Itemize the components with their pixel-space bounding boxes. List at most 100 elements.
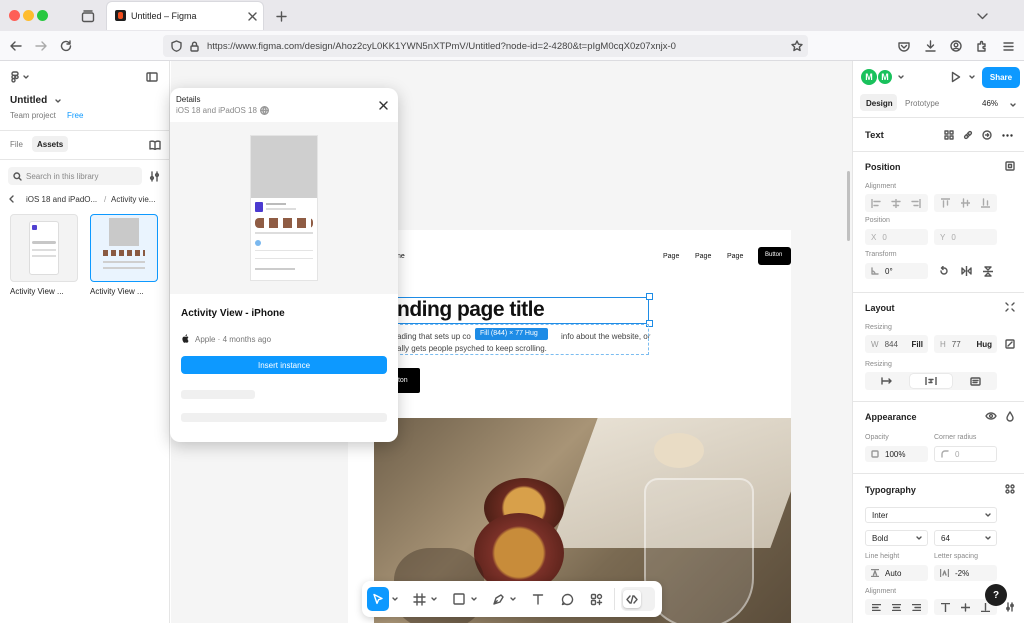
move-tool-chevron-icon[interactable] [391, 595, 399, 603]
detach-instance-icon[interactable] [981, 129, 993, 141]
y-position-input[interactable]: Y 0 [934, 229, 997, 245]
x-position-input[interactable]: X 0 [865, 229, 928, 245]
align-horizontal-center-icon[interactable] [887, 196, 905, 210]
align-right-icon[interactable] [907, 196, 925, 210]
tab-close-icon[interactable] [246, 10, 258, 22]
move-tool-icon[interactable] [367, 587, 389, 611]
more-options-icon[interactable] [1000, 129, 1014, 141]
multiplayer-chevron-icon[interactable] [897, 73, 905, 81]
help-button[interactable]: ? [985, 584, 1007, 606]
rectangle-tool-icon[interactable] [451, 591, 467, 607]
vertical-scrollbar[interactable] [847, 171, 850, 241]
window-minimize-dot[interactable] [23, 10, 34, 21]
reload-icon[interactable] [58, 38, 74, 54]
blend-mode-drop-icon[interactable] [1004, 410, 1016, 422]
toggle-sidebar-icon[interactable] [145, 70, 159, 84]
extensions-icon[interactable] [974, 38, 990, 54]
rotate-90-icon[interactable] [937, 264, 951, 278]
pen-tool-icon[interactable] [490, 591, 506, 607]
landing-page-frame[interactable]: ne Page Page Page Button nding page titl… [348, 230, 791, 623]
figma-menu-icon[interactable] [9, 70, 21, 84]
fixed-size-icon[interactable] [955, 374, 995, 388]
flip-vertical-icon[interactable] [981, 264, 995, 278]
font-weight-select[interactable]: Bold [865, 530, 928, 546]
tracking-shield-icon[interactable] [169, 39, 183, 53]
rectangle-tool-chevron-icon[interactable] [470, 595, 478, 603]
back-icon[interactable] [8, 38, 24, 54]
align-bottom-icon[interactable] [976, 196, 994, 210]
present-play-icon[interactable] [949, 70, 963, 84]
w-mode[interactable]: Fill [911, 340, 923, 349]
pocket-icon[interactable] [896, 38, 912, 54]
url-bar[interactable]: https://www.figma.com/design/Ahoz2cyL0KK… [163, 35, 808, 57]
share-button[interactable]: Share [982, 67, 1020, 88]
constrain-proportions-icon[interactable] [1004, 338, 1016, 350]
pen-tool-chevron-icon[interactable] [509, 595, 517, 603]
visibility-eye-icon[interactable] [984, 410, 998, 422]
component-grid-icon[interactable] [943, 129, 955, 141]
align-left-icon[interactable] [867, 196, 885, 210]
details-close-icon[interactable] [376, 98, 390, 112]
new-tab-icon[interactable] [273, 8, 289, 24]
font-size-select[interactable]: 64 [934, 530, 997, 546]
text-align-middle-icon[interactable] [956, 601, 974, 613]
zoom-chevron-icon[interactable] [1009, 101, 1017, 109]
tab-file[interactable]: File [10, 140, 23, 149]
comment-tool-icon[interactable] [559, 591, 575, 607]
text-tool-icon[interactable] [530, 591, 546, 607]
team-name[interactable]: Team project [10, 111, 56, 120]
line-height-input[interactable]: Auto [865, 565, 928, 581]
height-input[interactable]: H 77 Hug [934, 335, 997, 353]
flip-horizontal-icon[interactable] [959, 264, 973, 278]
font-family-select[interactable]: Inter [865, 507, 997, 523]
constraints-icon[interactable] [1004, 160, 1016, 172]
file-name[interactable]: Untitled [10, 95, 47, 106]
frame-tool-icon[interactable] [411, 591, 427, 607]
letter-spacing-input[interactable]: -2% [934, 565, 997, 581]
library-book-icon[interactable] [148, 138, 162, 151]
opacity-input[interactable]: 100% [865, 446, 928, 462]
text-align-top-icon[interactable] [936, 601, 954, 613]
actions-tool-icon[interactable] [588, 591, 604, 607]
filter-settings-icon[interactable] [148, 170, 161, 183]
auto-layout-icon[interactable] [1004, 301, 1016, 313]
avatar[interactable]: M [861, 69, 877, 85]
menu-hamburger-icon[interactable] [1000, 38, 1016, 54]
breadcrumb-library[interactable]: iOS 18 and iPadO... [26, 195, 97, 204]
file-name-chevron-icon[interactable] [54, 97, 62, 105]
tab-list-chevron-icon[interactable] [974, 8, 990, 24]
align-vertical-center-icon[interactable] [956, 196, 974, 210]
text-align-center-icon[interactable] [887, 601, 905, 613]
resize-handle[interactable] [646, 293, 653, 300]
url-text[interactable]: https://www.figma.com/design/Ahoz2cyL0KK… [207, 41, 676, 52]
h-mode[interactable]: Hug [976, 340, 992, 349]
text-settings-icon[interactable] [1004, 601, 1016, 613]
window-maximize-dot[interactable] [37, 10, 48, 21]
frame-nav-page[interactable]: Page [727, 253, 743, 260]
text-align-right-icon[interactable] [907, 601, 925, 613]
width-input[interactable]: W 844 Fill [865, 335, 928, 353]
frame-tool-chevron-icon[interactable] [430, 595, 438, 603]
component-thumbnail-selected[interactable] [90, 214, 158, 282]
zoom-level[interactable]: 46% [982, 99, 998, 108]
forward-icon[interactable] [33, 38, 49, 54]
avatar[interactable]: M [877, 69, 893, 85]
text-align-left-icon[interactable] [867, 601, 885, 613]
rotation-input[interactable]: 0° [865, 263, 928, 279]
browser-tab[interactable]: Untitled – Figma [106, 1, 264, 30]
window-close-dot[interactable] [9, 10, 20, 21]
frame-nav-button[interactable]: Button [758, 247, 791, 265]
corner-radius-input[interactable]: 0 [934, 446, 997, 462]
present-chevron-icon[interactable] [968, 73, 976, 81]
figma-menu-chevron-icon[interactable] [22, 73, 30, 81]
align-top-icon[interactable] [936, 196, 954, 210]
tab-assets[interactable]: Assets [32, 136, 68, 152]
frame-nav-page[interactable]: Page [695, 253, 711, 260]
tab-design[interactable]: Design [860, 94, 897, 111]
auto-height-icon[interactable] [910, 374, 952, 388]
bookmark-star-icon[interactable] [789, 38, 805, 54]
frame-nav-page[interactable]: Page [663, 253, 679, 260]
dev-mode-toggle-icon[interactable] [621, 587, 655, 611]
insert-instance-button[interactable]: Insert instance [181, 356, 387, 374]
link-icon[interactable] [962, 129, 974, 141]
